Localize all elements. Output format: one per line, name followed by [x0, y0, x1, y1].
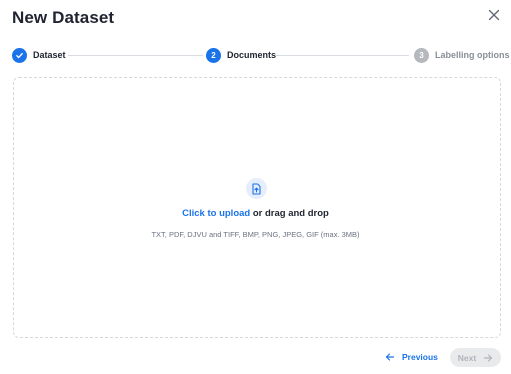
step-label: Documents — [227, 50, 277, 60]
step-documents[interactable]: 2 Documents — [206, 47, 276, 63]
drag-drop-text: or drag and drop — [250, 208, 329, 219]
step-label: Labelling options — [435, 50, 510, 60]
click-to-upload-link[interactable]: Click to upload — [182, 208, 250, 219]
next-label: Next — [457, 352, 477, 363]
step-label: Dataset — [33, 50, 66, 60]
close-icon — [488, 9, 500, 21]
upload-instructions: Click to upload or drag and drop — [0, 208, 511, 219]
step-dataset[interactable]: Dataset — [12, 47, 66, 63]
step-completed-marker — [12, 47, 27, 63]
supported-formats-text: TXT, PDF, DJVU and TIFF, BMP, PNG, JPEG,… — [151, 230, 360, 239]
dialog-title: New Dataset — [12, 8, 115, 27]
next-button[interactable]: Next — [450, 348, 501, 367]
step-connector — [276, 54, 409, 56]
check-icon — [16, 52, 23, 58]
upload-icon-badge — [246, 178, 267, 199]
arrow-right-icon — [483, 353, 493, 363]
step-number: 2 — [206, 47, 221, 63]
arrow-left-icon — [385, 352, 395, 362]
step-number: 3 — [414, 47, 429, 63]
previous-button[interactable]: Previous — [385, 348, 438, 366]
file-upload-icon — [252, 182, 261, 195]
step-connector — [68, 54, 203, 56]
close-button[interactable] — [486, 7, 502, 23]
previous-label: Previous — [402, 352, 438, 362]
stepper: Dataset 2 Documents 3 Labelling options — [12, 47, 510, 63]
step-labelling-options[interactable]: 3 Labelling options — [414, 47, 510, 63]
